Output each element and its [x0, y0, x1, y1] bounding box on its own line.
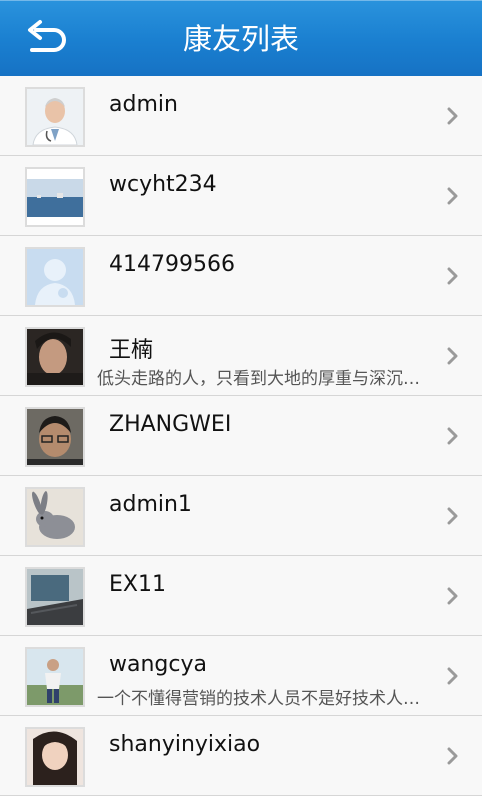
- chevron-right-icon: [447, 747, 458, 765]
- friend-list: admin wcyht234 414799566 王楠 低头走路的人，只看到大地…: [0, 76, 482, 796]
- friend-name: wcyht234: [109, 172, 217, 197]
- chevron-right-icon: [447, 587, 458, 605]
- avatar-laptop: [25, 567, 85, 627]
- friend-name: wangcya: [109, 652, 207, 677]
- chevron-right-icon: [447, 667, 458, 685]
- friend-signature: 低头走路的人，只看到大地的厚重与深沉…: [97, 369, 420, 389]
- friend-row[interactable]: 王楠 低头走路的人，只看到大地的厚重与深沉…: [0, 316, 482, 396]
- avatar-default: [25, 247, 85, 307]
- friend-name: 414799566: [109, 252, 235, 277]
- friend-row[interactable]: admin: [0, 76, 482, 156]
- avatar-woman: [25, 727, 85, 787]
- friend-row[interactable]: ZHANGWEI: [0, 396, 482, 476]
- friend-name: shanyinyixiao: [109, 732, 261, 757]
- title-bar: 康友列表: [0, 0, 482, 76]
- page-title: 康友列表: [182, 22, 299, 56]
- friend-row[interactable]: EX11: [0, 556, 482, 636]
- friend-name: admin1: [109, 492, 192, 517]
- chevron-right-icon: [447, 347, 458, 365]
- friend-name: 王楠: [109, 338, 154, 363]
- friend-name: EX11: [109, 572, 166, 597]
- friend-row[interactable]: 414799566: [0, 236, 482, 316]
- avatar-rabbit: [25, 487, 85, 547]
- avatar-sea: [25, 167, 85, 227]
- friend-row[interactable]: admin1: [0, 476, 482, 556]
- chevron-right-icon: [447, 107, 458, 125]
- friend-row[interactable]: shanyinyixiao: [0, 716, 482, 796]
- friend-signature: 一个不懂得营销的技术人员不是好技术人…: [97, 689, 420, 709]
- friend-row[interactable]: wangcya 一个不懂得营销的技术人员不是好技术人…: [0, 636, 482, 716]
- avatar-person-outdoor: [25, 647, 85, 707]
- friend-row[interactable]: wcyht234: [0, 156, 482, 236]
- chevron-right-icon: [447, 187, 458, 205]
- chevron-right-icon: [447, 427, 458, 445]
- avatar-man: [25, 407, 85, 467]
- avatar-boy: [25, 327, 85, 387]
- avatar-doctor: [25, 87, 85, 147]
- chevron-right-icon: [447, 267, 458, 285]
- friend-name: ZHANGWEI: [109, 412, 232, 437]
- chevron-right-icon: [447, 507, 458, 525]
- friend-name: admin: [109, 92, 178, 117]
